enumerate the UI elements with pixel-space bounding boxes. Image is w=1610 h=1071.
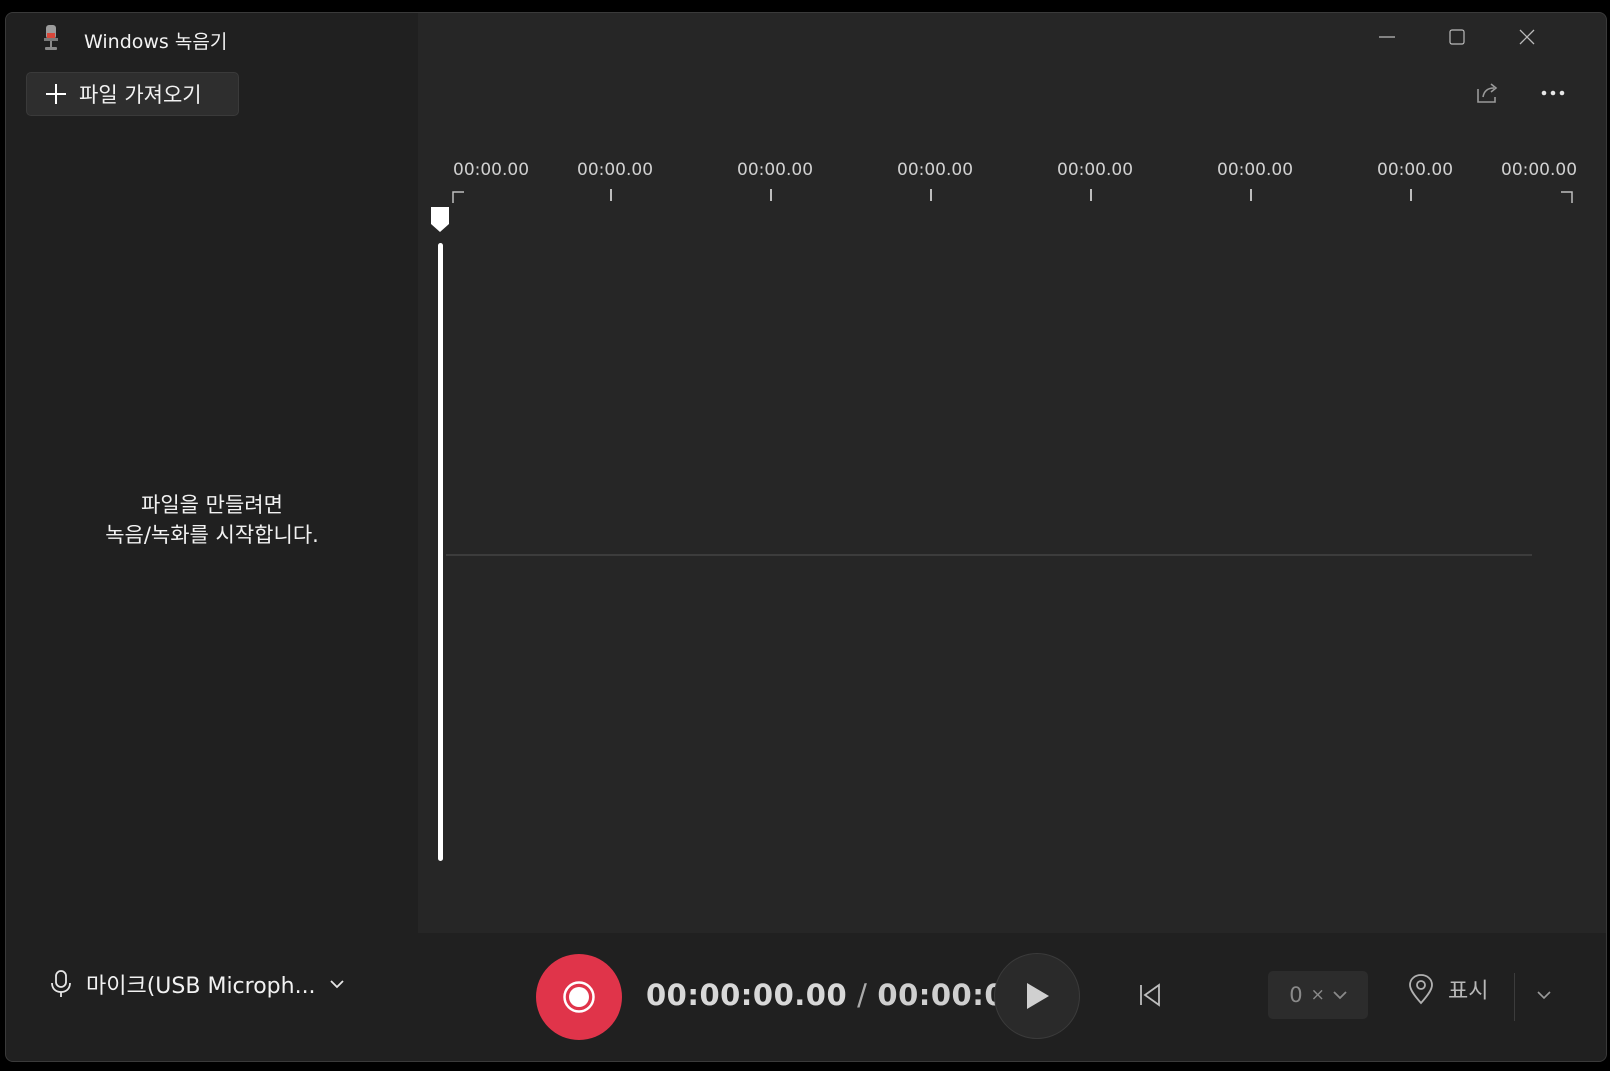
close-icon xyxy=(1519,29,1535,45)
timeline-tick-label: 00:00.00 xyxy=(1057,160,1134,180)
time-separator: / xyxy=(857,978,868,1012)
play-icon xyxy=(1027,983,1049,1009)
timeline-tick-label: 00:00.00 xyxy=(1377,160,1454,180)
more-icon xyxy=(1541,90,1565,96)
marker-dropdown-button[interactable] xyxy=(1526,977,1562,1013)
close-button[interactable] xyxy=(1492,13,1562,61)
timeline-tick xyxy=(770,189,772,201)
microphone-select[interactable]: 마이크(USB Microph... xyxy=(50,968,344,1000)
timeline-tick xyxy=(1250,189,1252,201)
timeline-tick-label: 00:00.00 xyxy=(737,160,814,180)
current-time: 00:00:00.00 xyxy=(646,978,848,1012)
timeline-tick-label: 00:00.00 xyxy=(897,160,974,180)
chevron-down-icon xyxy=(1333,991,1347,1000)
chevron-down-icon xyxy=(1537,991,1551,1000)
timeline-tick xyxy=(930,189,932,201)
marker-label: 표시 xyxy=(1448,979,1489,1004)
microphone-icon xyxy=(51,970,71,997)
empty-state-line2: 녹음/녹화를 시작합니다. xyxy=(105,523,319,547)
speed-unit: × xyxy=(1310,985,1325,1005)
playhead-handle[interactable] xyxy=(429,205,451,233)
skip-back-icon xyxy=(1140,983,1160,1007)
maximize-icon xyxy=(1449,29,1465,45)
share-button[interactable] xyxy=(1468,73,1508,113)
minimize-button[interactable] xyxy=(1352,13,1422,61)
play-button[interactable] xyxy=(994,953,1080,1039)
timeline-tick xyxy=(1090,189,1092,201)
timeline-tick-label: 00:00.00 xyxy=(1217,160,1294,180)
share-icon xyxy=(1477,83,1498,103)
timeline-end-bracket xyxy=(1561,191,1573,203)
minimize-icon xyxy=(1379,36,1395,38)
recordings-sidebar: Windows 녹음기 파일 가져오기 파일을 만들려면 녹음/녹화를 시작합니… xyxy=(6,13,418,933)
timeline-tick xyxy=(610,189,612,201)
import-file-label: 파일 가져오기 xyxy=(79,83,202,107)
playback-controls-bar: 마이크(USB Microph... 00:00:00.00/00:00:00 xyxy=(6,933,1606,1061)
plus-icon xyxy=(46,84,66,104)
skip-to-start-button[interactable] xyxy=(1130,975,1170,1015)
timeline-tick-label: 00:00.00 xyxy=(1501,160,1578,180)
window-title: Windows 녹음기 xyxy=(84,31,228,53)
waveform-baseline xyxy=(446,554,1532,556)
divider xyxy=(1514,973,1515,1021)
location-pin-icon xyxy=(1409,974,1433,1005)
playhead-line[interactable] xyxy=(438,243,443,861)
record-button[interactable] xyxy=(536,954,622,1040)
maximize-button[interactable] xyxy=(1422,13,1492,61)
recorder-window: Windows 녹음기 파일 가져오기 파일을 만들려면 녹음/녹화를 시작합니… xyxy=(5,12,1607,1062)
timeline-start-bracket xyxy=(452,191,464,203)
import-file-button[interactable]: 파일 가져오기 xyxy=(26,72,239,116)
microphone-label: 마이크(USB Microph... xyxy=(86,974,316,999)
add-marker-button[interactable]: 표시 xyxy=(1406,973,1488,1005)
empty-state-line1: 파일을 만들려면 xyxy=(141,493,283,517)
timeline-tick-label: 00:00.00 xyxy=(577,160,654,180)
time-display: 00:00:00.00/00:00:00 xyxy=(646,978,1026,1012)
more-options-button[interactable] xyxy=(1533,73,1573,113)
empty-state-message: 파일을 만들려면 녹음/녹화를 시작합니다. xyxy=(6,490,418,550)
playback-speed-select[interactable]: 0 × xyxy=(1268,971,1368,1019)
chevron-down-icon xyxy=(329,980,344,989)
timeline-tick xyxy=(1410,189,1412,201)
app-icon xyxy=(44,25,58,50)
speed-value: 0 xyxy=(1289,983,1303,1007)
record-icon xyxy=(563,981,595,1013)
timeline-tick-label: 00:00.00 xyxy=(453,160,530,180)
